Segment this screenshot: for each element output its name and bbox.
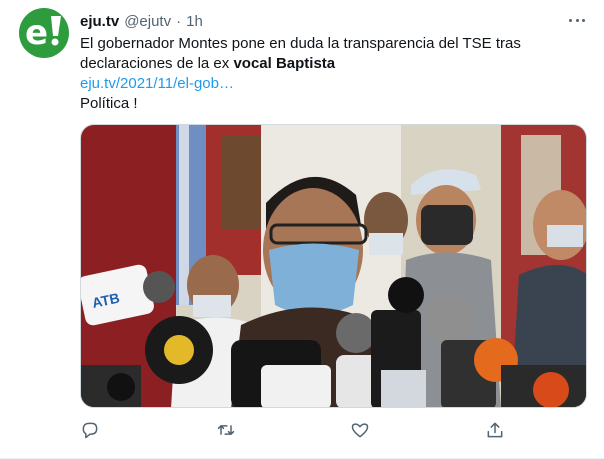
tweet-text-bold: vocal Baptista <box>233 55 336 72</box>
retweet-icon <box>217 425 235 435</box>
retweet-button[interactable] <box>216 420 238 442</box>
share-icon <box>487 422 503 438</box>
reply-button[interactable] <box>80 420 102 442</box>
author-handle[interactable]: @ejutv <box>124 13 171 30</box>
tweet-category: Política ! <box>80 95 138 112</box>
reply-icon <box>82 422 98 439</box>
like-button[interactable] <box>350 420 372 442</box>
tweet-header: eju.tv @ejutv · 1h <box>80 11 203 31</box>
more-options-icon[interactable] <box>566 12 588 28</box>
exclamation-icon <box>51 16 61 46</box>
tweet-text-plain: declaraciones de la ex <box>80 55 234 72</box>
share-button[interactable] <box>485 420 507 442</box>
separator-dot: · <box>176 12 182 30</box>
tweet-media-photo[interactable]: ATB <box>80 124 587 408</box>
avatar[interactable]: e <box>19 8 69 58</box>
tweet-time[interactable]: 1h <box>186 13 203 30</box>
tweet-link[interactable]: eju.tv/2021/11/el-gob… <box>80 74 580 94</box>
tweet-text-line-1: El gobernador Montes pone en duda la tra… <box>80 35 521 52</box>
tweet-text: El gobernador Montes pone en duda la tra… <box>80 34 580 114</box>
avatar-logo-letter: e <box>25 13 48 53</box>
author-name[interactable]: eju.tv <box>80 13 119 30</box>
press-conference-photo: ATB <box>81 125 586 407</box>
tweet-text-line-2: declaraciones de la ex vocal Baptista <box>80 54 580 74</box>
heart-icon <box>351 423 369 438</box>
tweet-actions <box>80 420 510 442</box>
tweet[interactable]: e eju.tv @ejutv · 1h El gobernador Monte… <box>0 0 604 459</box>
